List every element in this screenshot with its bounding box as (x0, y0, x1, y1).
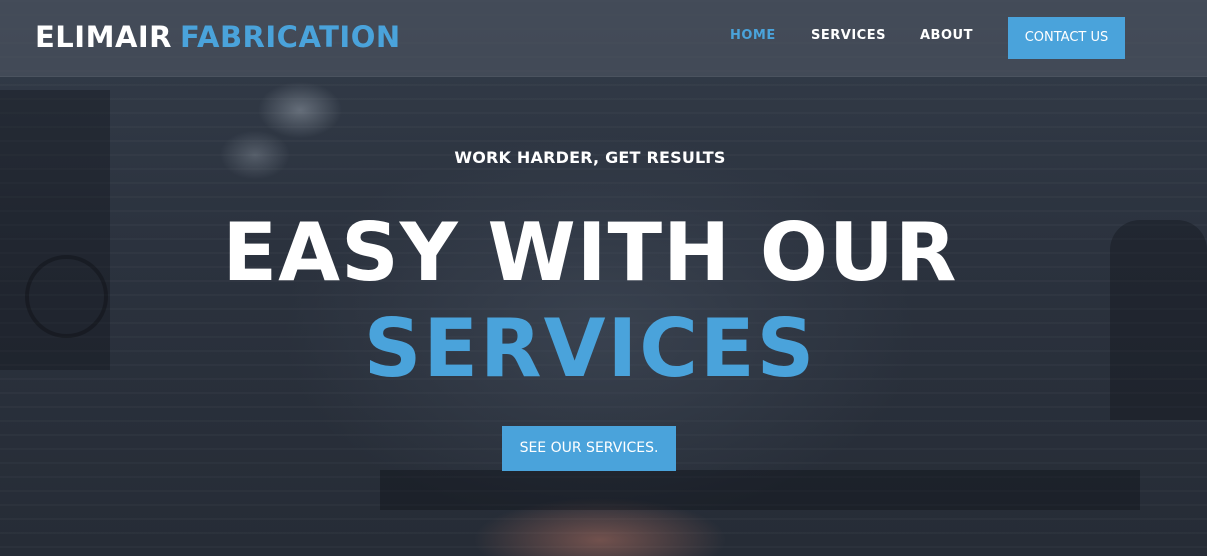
nav-link-about[interactable]: ABOUT (920, 27, 973, 45)
hero-headline-accent: SERVICES (363, 302, 817, 395)
logo-text-primary: ELIMAIR (35, 20, 173, 54)
see-our-services-button[interactable]: SEE OUR SERVICES. (502, 426, 676, 471)
contact-us-button[interactable]: CONTACT US (1008, 17, 1125, 59)
hero-headline: EASY WITH OUR (222, 206, 958, 299)
nav-link-services[interactable]: SERVICES (811, 27, 886, 45)
nav-link-home[interactable]: HOME (730, 27, 776, 45)
hero-section: ELIMAIR FABRICATION HOME SERVICES ABOUT C… (0, 0, 1207, 556)
hero-eyebrow-text: WORK HARDER, GET RESULTS (454, 148, 726, 167)
background-workbench-shadow (380, 470, 1140, 510)
logo-text-accent: FABRICATION (180, 20, 401, 54)
site-header: ELIMAIR FABRICATION HOME SERVICES ABOUT C… (0, 0, 1207, 77)
site-logo[interactable]: ELIMAIR FABRICATION (35, 18, 401, 56)
